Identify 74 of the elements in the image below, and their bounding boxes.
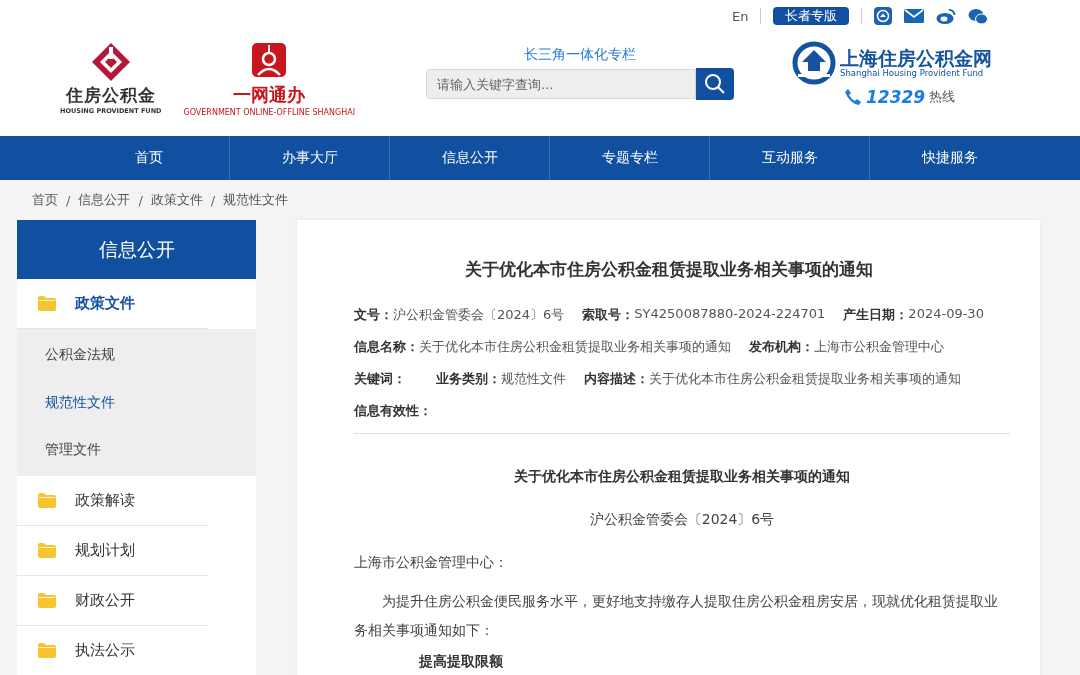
- sidebar-item[interactable]: 执法公示: [17, 625, 208, 675]
- sidebar-item[interactable]: 政策解读: [17, 475, 208, 526]
- sidebar-item-label: 政策文件: [75, 294, 135, 313]
- sidebar-item-label: 规划计划: [75, 540, 135, 560]
- folder-icon: [38, 642, 56, 658]
- article-title: 关于优化本市住房公积金租赁提取业务相关事项的通知: [463, 258, 874, 281]
- folder-icon: [38, 542, 56, 558]
- meta-label: 内容描述：: [584, 370, 649, 388]
- logo-subtitle: Shanghai Housing Provident Fund: [840, 68, 985, 79]
- submenu-item[interactable]: 管理文件: [17, 426, 256, 474]
- wechat-icon[interactable]: [968, 7, 989, 25]
- hotline-label: 热线: [929, 88, 956, 106]
- meta-label: 发布机构：: [749, 338, 814, 356]
- meta-label: 业务类别：: [436, 370, 501, 388]
- salutation: 上海市公积金管理中心：: [354, 554, 509, 572]
- submenu-item[interactable]: 规范性文件: [17, 378, 256, 426]
- document-number: 沪公积金管委会〔2024〕6号: [588, 511, 776, 529]
- meta-label: 关键词：: [354, 370, 406, 388]
- meta-value: 沪公积金管委会〔2024〕6号: [393, 306, 565, 324]
- special-column-link[interactable]: 长三角一体化专栏: [524, 46, 636, 64]
- app-icon[interactable]: [874, 7, 893, 25]
- logo-title: 住房公积金: [65, 84, 156, 107]
- nav-tab[interactable]: 首页: [69, 136, 229, 180]
- meta-value: 规范性文件: [501, 370, 566, 388]
- sidebar-item[interactable]: 财政公开: [17, 575, 208, 626]
- meta-label: 信息有效性：: [354, 402, 432, 420]
- nav-tab[interactable]: 办事大厅: [229, 136, 389, 180]
- meta-label: 文号：: [354, 306, 393, 324]
- logo-title: 一网通办: [233, 83, 306, 107]
- sidebar-item-label: 执法公示: [75, 640, 135, 660]
- meta-label: 索取号：: [582, 306, 635, 324]
- document-heading: 关于优化本市住房公积金租赁提取业务相关事项的通知: [513, 468, 851, 486]
- folder-icon: [38, 296, 56, 311]
- diamond-logo-icon: [90, 42, 131, 82]
- nav-tab[interactable]: 互动服务: [709, 136, 869, 180]
- language-link[interactable]: En: [732, 8, 749, 24]
- tower-logo-icon: [252, 43, 287, 77]
- search-button[interactable]: [696, 68, 734, 100]
- meta-value: 关于优化本市住房公积金租赁提取业务相关事项的通知: [419, 338, 731, 356]
- search-field[interactable]: 请输入关键字查询...: [426, 69, 696, 99]
- meta-label: 信息名称：: [354, 338, 419, 356]
- phone-icon: [844, 88, 862, 106]
- hotline-number: 12329: [866, 87, 926, 107]
- meta-value: SY4250087880-2024-224701: [634, 306, 826, 323]
- mail-icon[interactable]: [904, 9, 925, 23]
- breadcrumb-separator: /: [138, 192, 143, 208]
- search-icon: [704, 73, 726, 95]
- breadcrumb-separator: /: [210, 192, 216, 208]
- breadcrumb-link[interactable]: 信息公开: [78, 191, 131, 209]
- meta-value: 2024-09-30: [908, 306, 984, 323]
- section-heading: 提高提取限额: [419, 653, 504, 671]
- sidebar-item[interactable]: 规划计划: [17, 525, 208, 576]
- nav-tab[interactable]: 专题专栏: [549, 136, 709, 180]
- submenu-item[interactable]: 公积金法规: [17, 331, 256, 379]
- folder-icon: [38, 492, 56, 508]
- nav-tab[interactable]: 信息公开: [389, 136, 549, 180]
- house-logo-icon: [792, 41, 836, 85]
- weibo-icon[interactable]: [936, 8, 957, 24]
- elder-version-button[interactable]: 长者专版: [773, 7, 850, 25]
- folder-icon: [38, 592, 56, 608]
- meta-label: 产生日期：: [843, 306, 909, 324]
- breadcrumb-separator: /: [66, 192, 71, 208]
- sidebar-item-label: 财政公开: [75, 590, 135, 610]
- logo-subtitle: GOVERNMENT ONLINE-OFFLINE SHANGHAI: [183, 108, 356, 117]
- breadcrumb-link[interactable]: 首页: [32, 191, 58, 209]
- meta-value: 关于优化本市住房公积金租赁提取业务相关事项的通知: [649, 370, 961, 388]
- sidebar-title: 信息公开: [17, 220, 256, 279]
- breadcrumb-link[interactable]: 规范性文件: [223, 191, 289, 209]
- nav-tab[interactable]: 快捷服务: [869, 136, 1029, 180]
- logo-title: 上海住房公积金网: [840, 47, 992, 69]
- sidebar-item-label: 政策解读: [75, 490, 135, 510]
- meta-value: 上海市公积金管理中心: [814, 338, 944, 356]
- paragraph: 为提升住房公积金便民服务水平，更好地支持缴存人提取住房公积金租房安居，现就优化租赁提取业务相关事项通知如下：: [354, 592, 999, 640]
- breadcrumb-link[interactable]: 政策文件: [150, 191, 203, 209]
